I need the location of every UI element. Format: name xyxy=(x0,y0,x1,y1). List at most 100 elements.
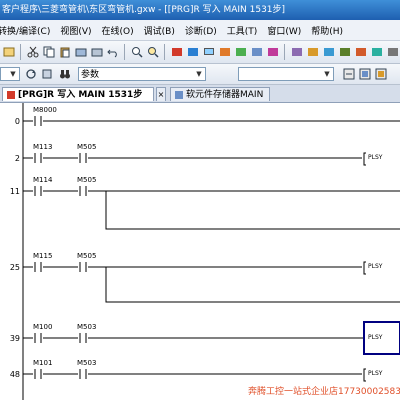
document-tab-bar: [PRG]R 写入 MAIN 1531步 × 软元件存储器MAIN xyxy=(0,85,400,103)
device-label: M503 xyxy=(77,323,97,331)
monitor-icon[interactable] xyxy=(202,45,216,59)
menu-diagnostics[interactable]: 诊断(D) xyxy=(181,24,223,37)
search-icon[interactable] xyxy=(130,45,144,59)
toolbar-separator xyxy=(284,44,285,60)
title-bar: 客户程序\三菱弯管机\东区弯管机.gxw - [[PRG]R 写入 MAIN 1… xyxy=(0,0,400,20)
contact-m115[interactable] xyxy=(33,262,43,272)
instruction-bracket[interactable] xyxy=(363,368,366,382)
menu-compile[interactable]: 转换/编译(C) xyxy=(0,24,56,37)
chevron-down-icon: ▼ xyxy=(324,70,330,78)
toolbar-icon[interactable] xyxy=(338,45,352,59)
tab-close-button[interactable]: × xyxy=(156,87,166,101)
ladder-doc-icon xyxy=(7,90,15,99)
menu-view[interactable]: 视图(V) xyxy=(56,24,97,37)
secondary-toolbar: ▼ 参数 ▼ ▼ xyxy=(0,64,400,85)
toolbar-icon[interactable] xyxy=(358,67,372,81)
chevron-down-icon: ▼ xyxy=(10,70,16,78)
contact-m101[interactable] xyxy=(33,369,43,379)
instruction-label: PLSY xyxy=(368,263,383,270)
toolbar-icon[interactable] xyxy=(2,45,16,59)
contact-m505[interactable] xyxy=(78,262,88,272)
contact-m505[interactable] xyxy=(78,186,88,196)
search-value: 参数 xyxy=(81,70,100,80)
instruction-bracket[interactable] xyxy=(363,261,366,275)
contact-m503[interactable] xyxy=(78,369,88,379)
paste-icon[interactable] xyxy=(58,45,72,59)
toolbar-icon[interactable] xyxy=(342,67,356,81)
device-label: M505 xyxy=(77,143,97,151)
step-number: 25 xyxy=(9,263,20,272)
toolbar-icon[interactable] xyxy=(370,45,384,59)
contact-m113[interactable] xyxy=(33,153,43,163)
toolbar-icon[interactable] xyxy=(266,45,280,59)
toolbar-icon[interactable] xyxy=(374,67,388,81)
chevron-down-icon: ▼ xyxy=(196,70,202,78)
main-toolbar xyxy=(0,41,400,64)
undo-icon[interactable] xyxy=(106,45,120,59)
instruction-bracket[interactable] xyxy=(363,152,366,166)
contact-m505[interactable] xyxy=(78,153,88,163)
step-number: 2 xyxy=(14,154,20,163)
device-label: M100 xyxy=(33,323,53,331)
instruction-label: PLSY xyxy=(368,154,383,161)
tab-program-main[interactable]: [PRG]R 写入 MAIN 1531步 xyxy=(2,87,154,101)
branch-line xyxy=(105,191,400,230)
instruction-label: PLSY xyxy=(368,334,383,341)
menu-online[interactable]: 在线(O) xyxy=(98,24,140,37)
toolbar-icon[interactable] xyxy=(40,67,54,81)
device-label: M8000 xyxy=(33,106,57,114)
search-combobox[interactable]: 参数 ▼ xyxy=(78,67,206,81)
menu-debug[interactable]: 调试(B) xyxy=(140,24,181,37)
ladder-editor[interactable]: 0 2 11 25 39 48 M8000 M113 M505 M114 M50… xyxy=(0,103,400,400)
write-plc-icon[interactable] xyxy=(170,45,184,59)
memory-doc-icon xyxy=(175,90,183,99)
toolbar-separator xyxy=(164,44,165,60)
menu-bar: 转换/编译(C) 视图(V) 在线(O) 调试(B) 诊断(D) 工具(T) 窗… xyxy=(0,20,400,41)
toolbar-icon[interactable] xyxy=(74,45,88,59)
tab-device-memory-label: 软元件存储器MAIN xyxy=(186,90,264,100)
step-number: 48 xyxy=(9,370,20,379)
contact-m8000[interactable] xyxy=(33,116,43,126)
contact-m503[interactable] xyxy=(78,333,88,343)
device-label: M113 xyxy=(33,143,53,151)
find-replace-icon[interactable] xyxy=(146,45,160,59)
toolbar-icon[interactable] xyxy=(250,45,264,59)
toolbar-icon[interactable] xyxy=(354,45,368,59)
filter-combobox[interactable]: ▼ xyxy=(238,67,334,81)
step-number: 0 xyxy=(14,117,20,126)
device-label: M503 xyxy=(77,359,97,367)
device-label: M115 xyxy=(33,252,53,260)
toolbar-separator xyxy=(124,44,125,60)
refresh-icon[interactable] xyxy=(24,67,38,81)
toolbar-icon[interactable] xyxy=(386,45,400,59)
watermark-text: 奔腾工控一站式企业店17730002583 xyxy=(248,384,400,397)
contact-m100[interactable] xyxy=(33,333,43,343)
tab-device-memory[interactable]: 软元件存储器MAIN xyxy=(170,87,270,101)
device-label: M505 xyxy=(77,252,97,260)
cut-icon[interactable] xyxy=(26,45,40,59)
menu-help[interactable]: 帮助(H) xyxy=(307,24,349,37)
toolbar-separator xyxy=(20,44,21,60)
contact-m114[interactable] xyxy=(33,186,43,196)
step-number: 39 xyxy=(9,334,20,343)
nav-dropdown[interactable]: ▼ xyxy=(0,67,20,81)
branch-line xyxy=(105,267,400,303)
toolbar-icon[interactable] xyxy=(90,45,104,59)
toolbar-icon[interactable] xyxy=(218,45,232,59)
tab-program-label: [PRG]R 写入 MAIN 1531步 xyxy=(18,90,143,100)
menu-tools[interactable]: 工具(T) xyxy=(223,24,264,37)
close-icon: × xyxy=(157,90,165,99)
step-number: 11 xyxy=(9,187,20,196)
read-plc-icon[interactable] xyxy=(186,45,200,59)
binoculars-icon[interactable] xyxy=(58,67,72,81)
device-label: M505 xyxy=(77,176,97,184)
instruction-label: PLSY xyxy=(368,370,383,377)
toolbar-icon[interactable] xyxy=(290,45,304,59)
copy-icon[interactable] xyxy=(42,45,56,59)
toolbar-icon[interactable] xyxy=(306,45,320,59)
device-label: M101 xyxy=(33,359,53,367)
menu-window[interactable]: 窗口(W) xyxy=(263,24,307,37)
window-title: 客户程序\三菱弯管机\东区弯管机.gxw - [[PRG]R 写入 MAIN 1… xyxy=(2,5,286,15)
toolbar-icon[interactable] xyxy=(322,45,336,59)
toolbar-icon[interactable] xyxy=(234,45,248,59)
